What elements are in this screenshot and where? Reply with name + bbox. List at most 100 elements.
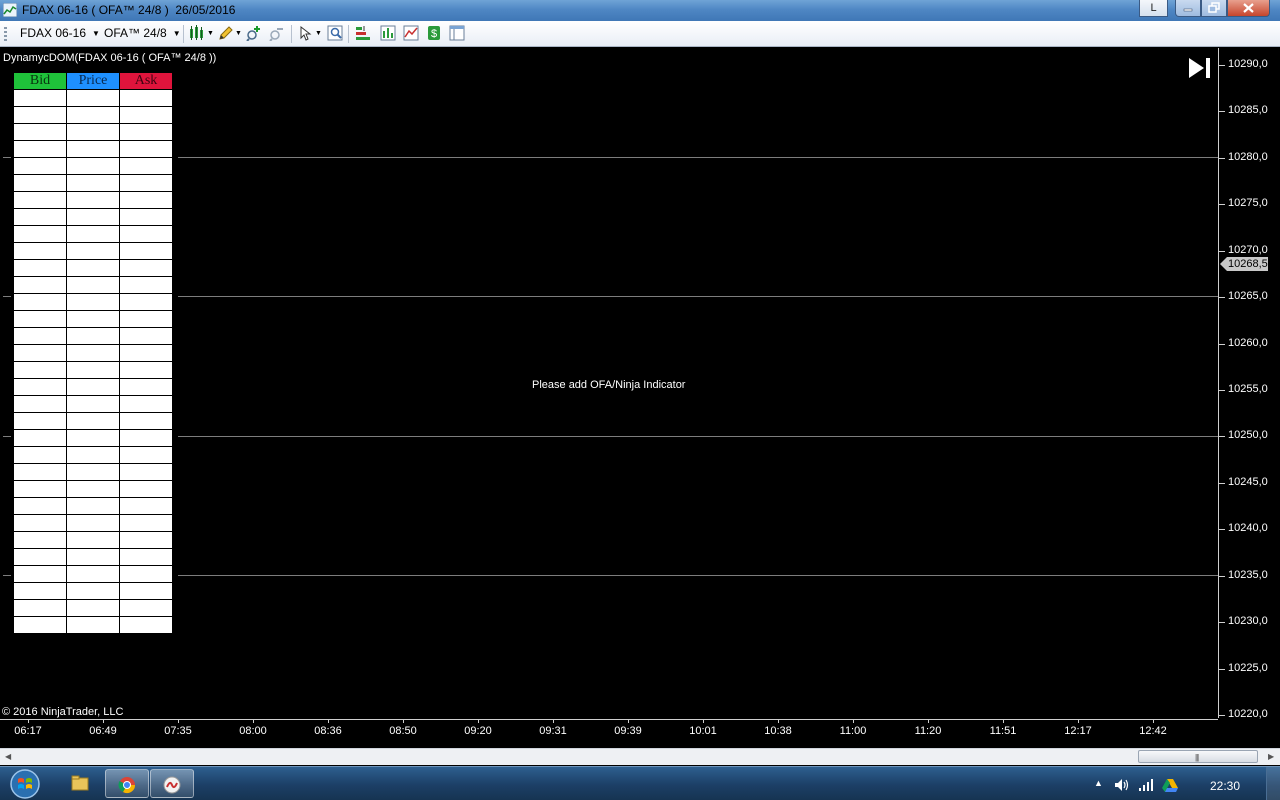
dom-price-cell[interactable] xyxy=(66,327,120,345)
scroll-to-end-icon[interactable] xyxy=(1188,57,1212,79)
dom-bid-cell[interactable] xyxy=(13,616,67,634)
volume-icon[interactable] xyxy=(1114,778,1130,792)
dom-row[interactable] xyxy=(13,378,173,396)
dom-row[interactable] xyxy=(13,208,173,226)
dom-bid-cell[interactable] xyxy=(13,344,67,362)
dom-row[interactable] xyxy=(13,174,173,192)
dom-row[interactable] xyxy=(13,395,173,413)
interval-selector[interactable]: OFA™ 24/8 ▼ xyxy=(104,26,181,40)
zoom-out-icon[interactable] xyxy=(269,25,285,41)
show-desktop-button[interactable] xyxy=(1266,767,1280,800)
dom-bid-cell[interactable] xyxy=(13,497,67,515)
dom-ask-cell[interactable] xyxy=(119,344,173,362)
dom-ask-cell[interactable] xyxy=(119,480,173,498)
properties-icon[interactable] xyxy=(327,25,343,41)
dom-row[interactable] xyxy=(13,293,173,311)
dom-bid-cell[interactable] xyxy=(13,225,67,243)
dom-price-cell[interactable] xyxy=(66,140,120,158)
dom-ask-cell[interactable] xyxy=(119,157,173,175)
dom-ask-cell[interactable] xyxy=(119,89,173,107)
dom-ask-cell[interactable] xyxy=(119,548,173,566)
dom-ask-cell[interactable] xyxy=(119,599,173,617)
chart-trader-icon[interactable] xyxy=(403,25,419,41)
dom-bid-cell[interactable] xyxy=(13,310,67,328)
dom-bid-cell[interactable] xyxy=(13,378,67,396)
dom-ask-cell[interactable] xyxy=(119,429,173,447)
taskbar-chrome[interactable] xyxy=(105,769,149,798)
dom-ask-cell[interactable] xyxy=(119,327,173,345)
dom-price-cell[interactable] xyxy=(66,242,120,260)
dom-ask-cell[interactable] xyxy=(119,174,173,192)
dom-price-cell[interactable] xyxy=(66,293,120,311)
dom-price-cell[interactable] xyxy=(66,463,120,481)
chevron-down-icon[interactable]: ▼ xyxy=(207,30,214,37)
dom-ask-cell[interactable] xyxy=(119,378,173,396)
dom-price-cell[interactable] xyxy=(66,225,120,243)
dom-bid-cell[interactable] xyxy=(13,463,67,481)
dom-bid-cell[interactable] xyxy=(13,599,67,617)
dom-row[interactable] xyxy=(13,310,173,328)
dom-bid-cell[interactable] xyxy=(13,140,67,158)
dom-bid-cell[interactable] xyxy=(13,89,67,107)
dom-ask-cell[interactable] xyxy=(119,293,173,311)
dom-price-cell[interactable] xyxy=(66,191,120,209)
dom-bid-cell[interactable] xyxy=(13,514,67,532)
dom-row[interactable] xyxy=(13,463,173,481)
chevron-down-icon[interactable]: ▼ xyxy=(235,30,242,37)
dom-bid-cell[interactable] xyxy=(13,412,67,430)
dom-bid-cell[interactable] xyxy=(13,429,67,447)
dom-bid-cell[interactable] xyxy=(13,395,67,413)
dom-ask-cell[interactable] xyxy=(119,463,173,481)
minimize-button[interactable] xyxy=(1175,0,1201,17)
dom-bid-cell[interactable] xyxy=(13,174,67,192)
dom-ask-cell[interactable] xyxy=(119,310,173,328)
dom-row[interactable] xyxy=(13,276,173,294)
dom-bid-cell[interactable] xyxy=(13,293,67,311)
dom-row[interactable] xyxy=(13,480,173,498)
dom-price-cell[interactable] xyxy=(66,310,120,328)
dom-row[interactable] xyxy=(13,191,173,209)
dom-row[interactable] xyxy=(13,157,173,175)
dom-price-cell[interactable] xyxy=(66,208,120,226)
dom-row[interactable] xyxy=(13,599,173,617)
dom-bid-cell[interactable] xyxy=(13,242,67,260)
instrument-selector[interactable]: FDAX 06-16 ▼ xyxy=(20,26,100,40)
dom-bid-cell[interactable] xyxy=(13,565,67,583)
pencil-draw-icon[interactable] xyxy=(218,25,234,41)
dom-ask-cell[interactable] xyxy=(119,242,173,260)
dom-row[interactable] xyxy=(13,446,173,464)
dom-bid-cell[interactable] xyxy=(13,157,67,175)
dom-ask-cell[interactable] xyxy=(119,225,173,243)
dom-bid-cell[interactable] xyxy=(13,327,67,345)
taskbar-explorer[interactable] xyxy=(59,769,103,798)
dom-ask-cell[interactable] xyxy=(119,259,173,277)
dom-price-cell[interactable] xyxy=(66,123,120,141)
dom-price-cell[interactable] xyxy=(66,599,120,617)
toolbar-grip[interactable] xyxy=(4,27,7,41)
dom-price-cell[interactable] xyxy=(66,412,120,430)
dom-row[interactable] xyxy=(13,548,173,566)
dom-price-cell[interactable] xyxy=(66,565,120,583)
dom-ask-cell[interactable] xyxy=(119,497,173,515)
dom-ask-cell[interactable] xyxy=(119,412,173,430)
dom-row[interactable] xyxy=(13,140,173,158)
money-icon[interactable]: $ xyxy=(426,25,442,41)
scroll-left-arrow-icon[interactable]: ◀ xyxy=(5,752,11,761)
dom-row[interactable] xyxy=(13,344,173,362)
horizontal-scrollbar[interactable]: ◀ ||| ▶ xyxy=(0,748,1280,765)
dom-price-cell[interactable] xyxy=(66,361,120,379)
dom-ask-cell[interactable] xyxy=(119,514,173,532)
chevron-down-icon[interactable]: ▼ xyxy=(315,30,322,37)
close-button[interactable] xyxy=(1227,0,1270,17)
dom-ask-cell[interactable] xyxy=(119,395,173,413)
dom-row[interactable] xyxy=(13,497,173,515)
dom-row[interactable] xyxy=(13,327,173,345)
dom-ask-cell[interactable] xyxy=(119,123,173,141)
dom-bid-cell[interactable] xyxy=(13,259,67,277)
dom-ask-cell[interactable] xyxy=(119,208,173,226)
dom-price-cell[interactable] xyxy=(66,395,120,413)
dom-price-cell[interactable] xyxy=(66,582,120,600)
scrollbar-thumb[interactable]: ||| xyxy=(1138,750,1258,763)
dom-bid-cell[interactable] xyxy=(13,276,67,294)
dom-ladder[interactable]: Bid Price Ask xyxy=(13,72,173,634)
